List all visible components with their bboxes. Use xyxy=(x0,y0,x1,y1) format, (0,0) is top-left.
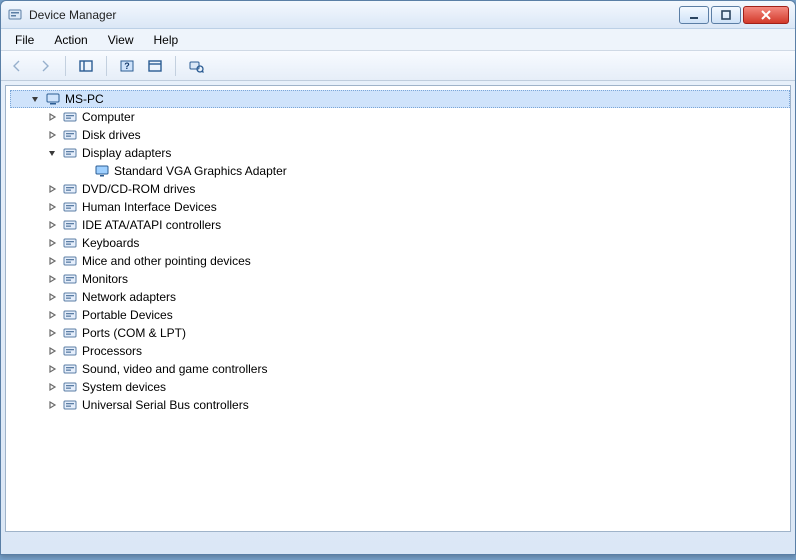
tree-category-label: Monitors xyxy=(82,272,128,286)
maximize-button[interactable] xyxy=(711,6,741,24)
tree-category[interactable]: Human Interface Devices xyxy=(10,198,790,216)
tree-category-label: IDE ATA/ATAPI controllers xyxy=(82,218,221,232)
content-area: MS-PC Computer Disk drives Display adapter… xyxy=(5,85,791,532)
tree-category-label: System devices xyxy=(82,380,166,394)
menu-bar: File Action View Help xyxy=(1,29,795,51)
expander-open-icon[interactable] xyxy=(29,93,41,105)
device-tree: MS-PC Computer Disk drives Display adapter… xyxy=(6,86,790,422)
device-category-icon xyxy=(62,217,78,233)
expander-closed-icon[interactable] xyxy=(46,201,58,213)
tree-category-label: Disk drives xyxy=(82,128,141,142)
tree-category[interactable]: Computer xyxy=(10,108,790,126)
device-category-icon xyxy=(62,253,78,269)
forward-button[interactable] xyxy=(33,54,57,78)
expander-closed-icon[interactable] xyxy=(46,399,58,411)
tree-root-label: MS-PC xyxy=(65,92,104,106)
device-category-icon xyxy=(62,361,78,377)
device-category-icon xyxy=(62,109,78,125)
expander-closed-icon[interactable] xyxy=(46,381,58,393)
tree-category[interactable]: IDE ATA/ATAPI controllers xyxy=(10,216,790,234)
display-adapter-icon xyxy=(94,163,110,179)
expander-closed-icon[interactable] xyxy=(46,183,58,195)
app-icon xyxy=(7,7,23,23)
menu-file[interactable]: File xyxy=(5,31,44,49)
device-category-icon xyxy=(62,199,78,215)
tree-category-label: Ports (COM & LPT) xyxy=(82,326,186,340)
toolbar-separator xyxy=(65,56,66,76)
window-frame: Device Manager File Action View Help xyxy=(0,0,796,555)
caption-buttons xyxy=(679,6,789,24)
svg-text:?: ? xyxy=(124,61,130,71)
device-category-icon xyxy=(62,325,78,341)
tree-category[interactable]: Mice and other pointing devices xyxy=(10,252,790,270)
tree-category[interactable]: Display adapters xyxy=(10,144,790,162)
device-category-icon xyxy=(62,289,78,305)
tree-category[interactable]: Network adapters xyxy=(10,288,790,306)
expander-closed-icon[interactable] xyxy=(46,309,58,321)
device-category-icon xyxy=(62,235,78,251)
tree-device[interactable]: Standard VGA Graphics Adapter xyxy=(10,162,790,180)
tree-category-label: Keyboards xyxy=(82,236,139,250)
back-button[interactable] xyxy=(5,54,29,78)
expander-closed-icon[interactable] xyxy=(46,219,58,231)
scan-hardware-button[interactable] xyxy=(184,54,208,78)
expander-closed-icon[interactable] xyxy=(46,273,58,285)
help-button[interactable]: ? xyxy=(115,54,139,78)
device-category-icon xyxy=(62,127,78,143)
menu-action[interactable]: Action xyxy=(44,31,97,49)
tree-category[interactable]: Ports (COM & LPT) xyxy=(10,324,790,342)
tree-category-label: Processors xyxy=(82,344,142,358)
window-title: Device Manager xyxy=(29,8,679,22)
tree-category[interactable]: System devices xyxy=(10,378,790,396)
expander-closed-icon[interactable] xyxy=(46,255,58,267)
device-category-icon xyxy=(62,343,78,359)
properties-button[interactable] xyxy=(143,54,167,78)
expander-closed-icon[interactable] xyxy=(46,237,58,249)
toolbar: ? xyxy=(1,51,795,81)
computer-icon xyxy=(45,91,61,107)
tree-root[interactable]: MS-PC xyxy=(10,90,790,108)
tree-category[interactable]: DVD/CD-ROM drives xyxy=(10,180,790,198)
titlebar: Device Manager xyxy=(1,1,795,29)
tree-category-label: Universal Serial Bus controllers xyxy=(82,398,249,412)
tree-category[interactable]: Sound, video and game controllers xyxy=(10,360,790,378)
expander-closed-icon[interactable] xyxy=(46,327,58,339)
minimize-button[interactable] xyxy=(679,6,709,24)
tree-category[interactable]: Monitors xyxy=(10,270,790,288)
tree-category-label: Human Interface Devices xyxy=(82,200,217,214)
device-category-icon xyxy=(62,145,78,161)
device-category-icon xyxy=(62,181,78,197)
toolbar-separator xyxy=(175,56,176,76)
tree-category-label: Display adapters xyxy=(82,146,171,160)
expander-closed-icon[interactable] xyxy=(46,291,58,303)
show-hide-console-tree-button[interactable] xyxy=(74,54,98,78)
tree-category-label: Computer xyxy=(82,110,135,124)
close-button[interactable] xyxy=(743,6,789,24)
device-category-icon xyxy=(62,397,78,413)
expander-open-icon[interactable] xyxy=(46,147,58,159)
tree-category[interactable]: Keyboards xyxy=(10,234,790,252)
device-category-icon xyxy=(62,379,78,395)
tree-category-label: Portable Devices xyxy=(82,308,173,322)
tree-category[interactable]: Processors xyxy=(10,342,790,360)
tree-category-label: DVD/CD-ROM drives xyxy=(82,182,195,196)
expander-none xyxy=(78,165,90,177)
device-category-icon xyxy=(62,307,78,323)
tree-device-label: Standard VGA Graphics Adapter xyxy=(114,164,287,178)
expander-closed-icon[interactable] xyxy=(46,363,58,375)
tree-category-label: Network adapters xyxy=(82,290,176,304)
device-category-icon xyxy=(62,271,78,287)
expander-closed-icon[interactable] xyxy=(46,111,58,123)
tree-category[interactable]: Universal Serial Bus controllers xyxy=(10,396,790,414)
tree-category[interactable]: Disk drives xyxy=(10,126,790,144)
tree-category-label: Sound, video and game controllers xyxy=(82,362,267,376)
menu-help[interactable]: Help xyxy=(144,31,189,49)
tree-category-label: Mice and other pointing devices xyxy=(82,254,251,268)
tree-category[interactable]: Portable Devices xyxy=(10,306,790,324)
toolbar-separator xyxy=(106,56,107,76)
expander-closed-icon[interactable] xyxy=(46,345,58,357)
expander-closed-icon[interactable] xyxy=(46,129,58,141)
menu-view[interactable]: View xyxy=(98,31,144,49)
